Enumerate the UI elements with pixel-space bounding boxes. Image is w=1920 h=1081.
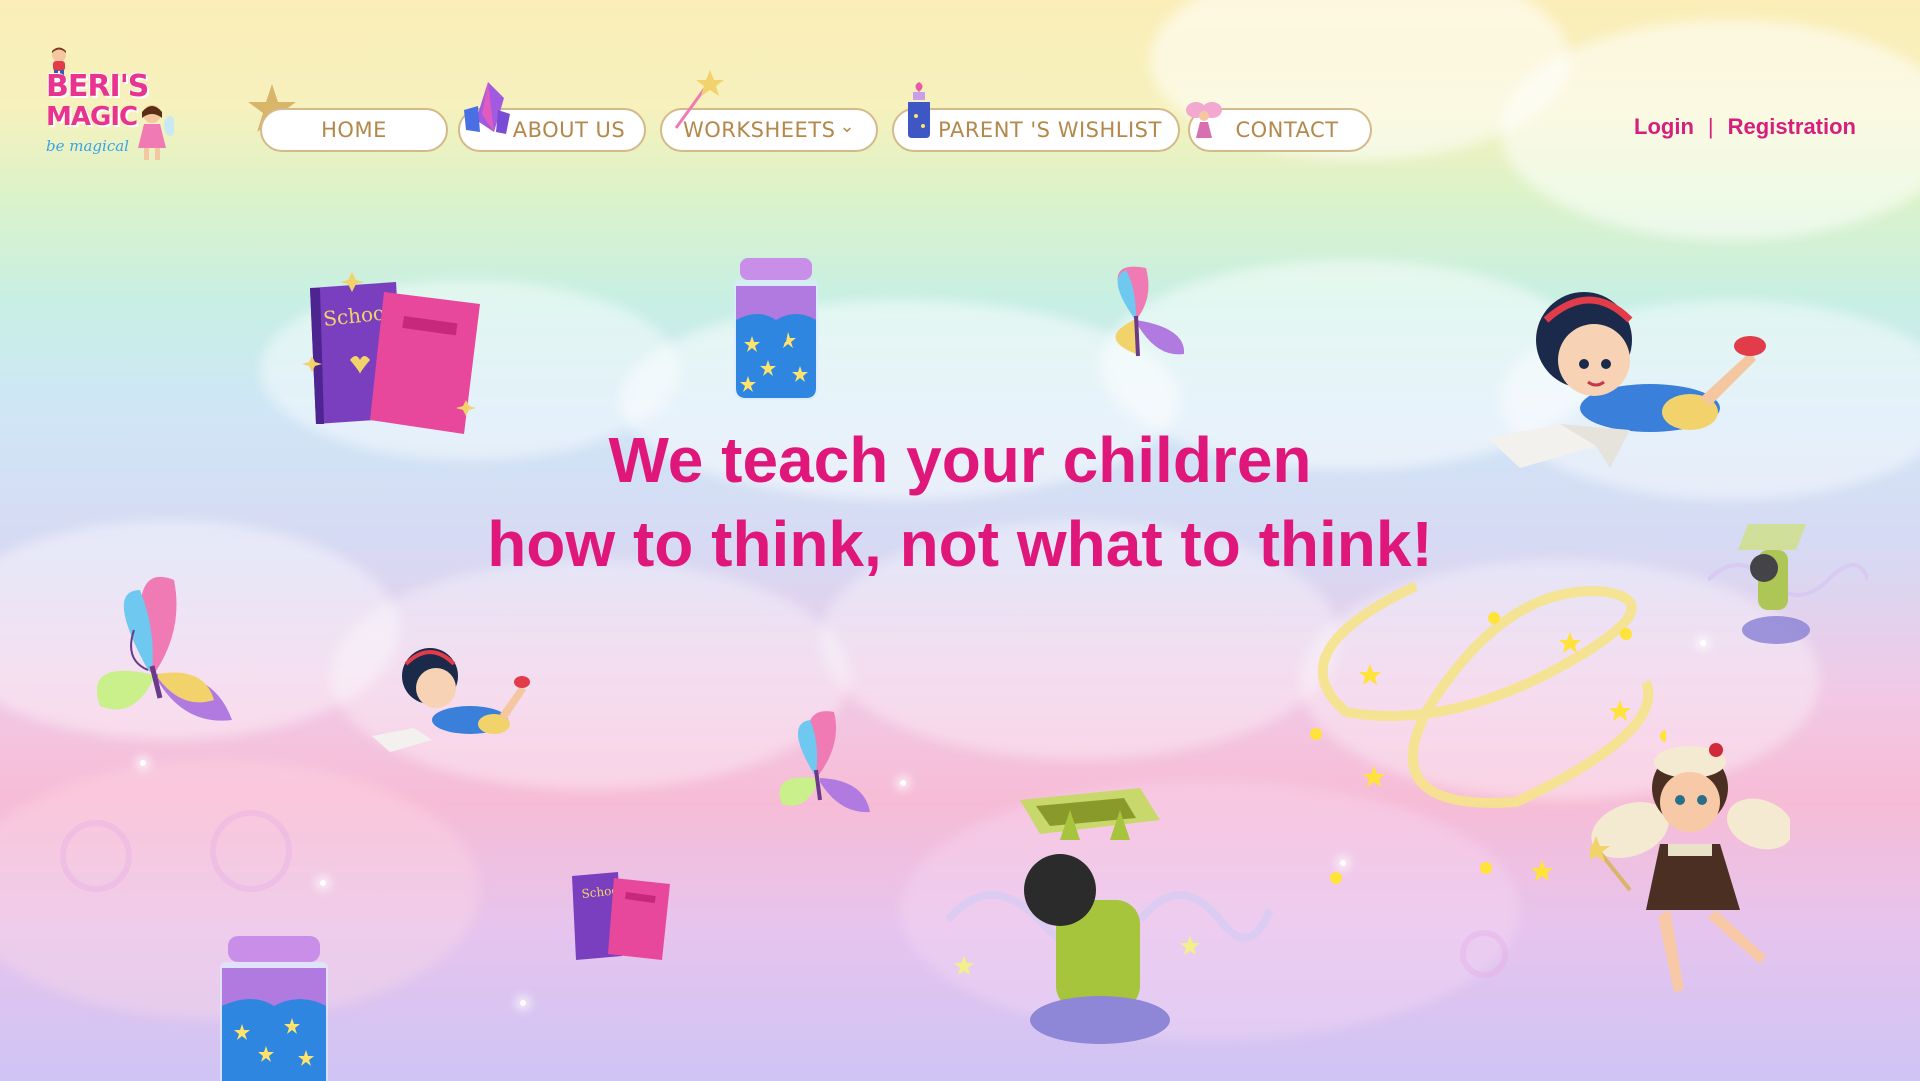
potion-jar-icon <box>908 82 930 138</box>
chevron-down-icon: ⌄ <box>839 116 856 137</box>
nav-home[interactable]: HOME <box>260 108 448 152</box>
butterfly-large-illustration <box>96 576 232 721</box>
butterfly-illustration <box>1115 266 1185 357</box>
registration-link[interactable]: Registration <box>1728 114 1856 140</box>
crystal-icon <box>464 82 510 134</box>
girl-mascot-icon <box>138 105 174 160</box>
landing-page: BERI'S MAGIC be magical HOME ABOUT US WO… <box>0 0 1920 1081</box>
login-link[interactable]: Login <box>1634 114 1694 140</box>
butterfly-small-illustration <box>779 711 870 813</box>
nav-parents-wishlist[interactable]: PARENT 'S WISHLIST <box>892 108 1180 152</box>
nav-home-label: HOME <box>321 118 387 142</box>
brand-name-line1: BERI'S <box>46 69 149 104</box>
auth-separator: | <box>1707 114 1714 139</box>
brand-logo[interactable]: BERI'S MAGIC be magical <box>42 46 174 166</box>
boy-with-book-small-illustration <box>1708 524 1868 644</box>
star-jar-large-illustration <box>220 936 328 1081</box>
girl-reading-small-illustration <box>372 648 530 752</box>
auth-links: Login | Registration <box>1634 114 1856 140</box>
nav-about-us-label: ABOUT US <box>512 118 626 142</box>
fairy-icon <box>1186 102 1222 138</box>
star-jar-illustration <box>734 258 818 400</box>
magic-wand-icon <box>674 70 724 129</box>
brand-tagline: be magical <box>46 137 129 155</box>
boy-with-book-illustration <box>944 788 1274 1044</box>
school-books-illustration: School <box>302 272 480 434</box>
girl-reading-illustration <box>1488 292 1766 468</box>
brand-name-line2: MAGIC <box>46 102 138 132</box>
hero-headline-line2: how to think, not what to think! <box>487 508 1433 580</box>
fairy-illustration <box>1590 743 1790 992</box>
nav-parents-wishlist-label: PARENT 'S WISHLIST <box>938 118 1162 142</box>
nav-contact-label: CONTACT <box>1235 118 1339 142</box>
school-books-small-illustration: School <box>572 872 670 960</box>
